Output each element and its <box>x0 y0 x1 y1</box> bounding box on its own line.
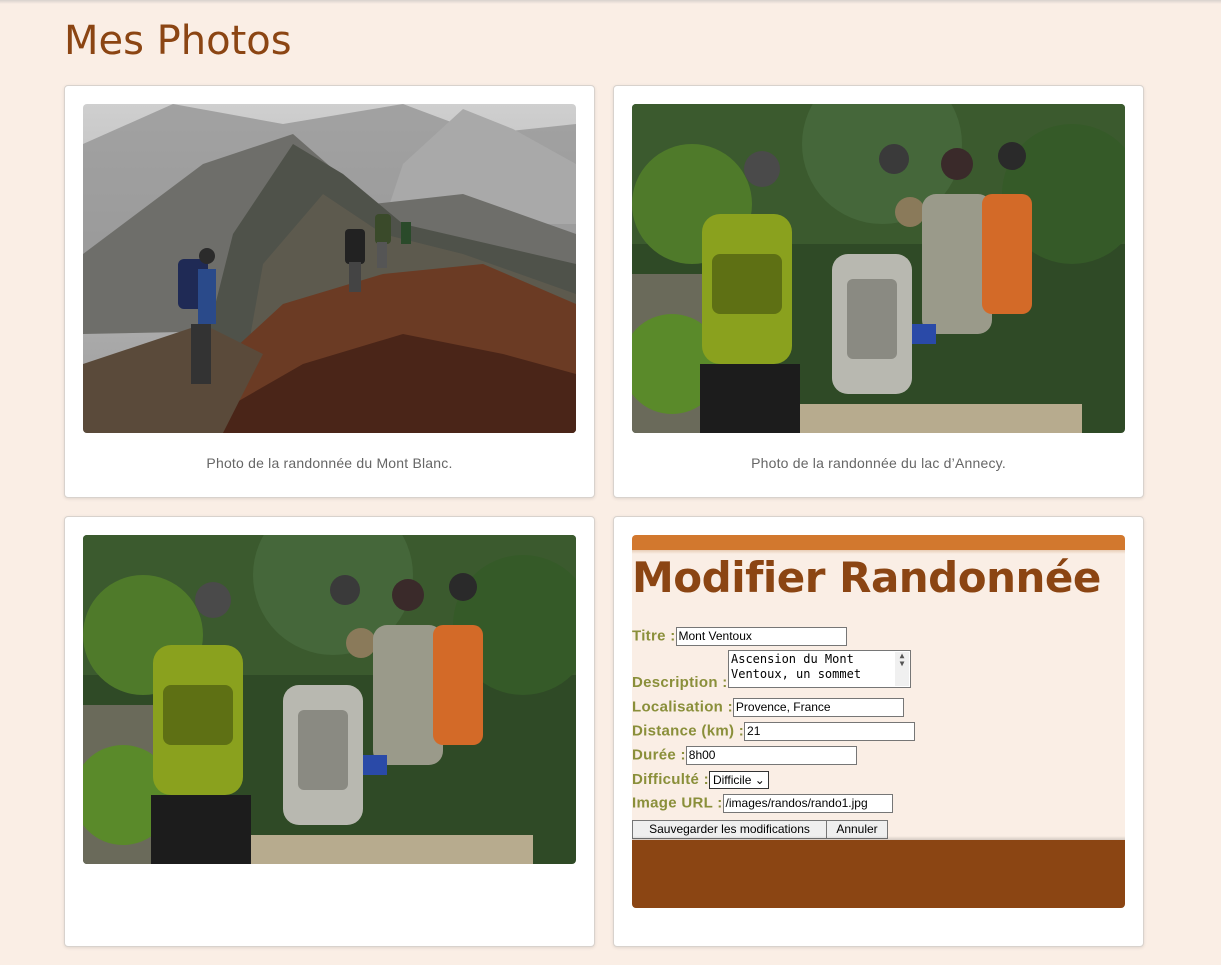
titre-label: Titre : <box>632 627 676 645</box>
titre-input[interactable]: Mont Ventoux <box>675 627 847 646</box>
difficulte-selected-value: Difficile <box>712 773 752 788</box>
titre-row: Titre : Mont Ventoux <box>632 627 847 646</box>
distance-row: Distance (km) :21 <box>632 722 916 741</box>
hiking-photo-forest-group <box>632 104 1125 433</box>
localisation-input[interactable]: Provence, France <box>732 698 904 717</box>
page-title: Mes Photos <box>64 18 292 64</box>
edit-hike-card: Modifier Randonnée Titre : Mont Ventoux D… <box>613 516 1144 947</box>
photo-caption: Photo de la randonnée du Mont Blanc. <box>206 455 453 471</box>
image-url-label: Image URL : <box>632 794 723 812</box>
top-shadow <box>0 0 1221 4</box>
localisation-label: Localisation : <box>632 698 733 716</box>
distance-label: Distance (km) : <box>632 722 745 740</box>
description-text: Ascension du Mont Ventoux, un sommet <box>731 652 862 681</box>
description-row: Description : <box>632 674 728 691</box>
description-textarea[interactable]: Ascension du Mont Ventoux, un sommet ▲ ▼ <box>728 650 911 688</box>
hiking-photo-mountain <box>83 104 576 433</box>
photo-caption: Photo de la randonnée du lac d’Annecy. <box>751 455 1006 471</box>
difficulte-select[interactable]: Difficile ⌄ <box>708 771 769 790</box>
photo-card-mont-blanc: Photo de la randonnée du Mont Blanc. <box>64 85 595 498</box>
duree-row: Durée :8h00 <box>632 746 857 765</box>
photo-card-group <box>64 516 595 947</box>
difficulte-label: Difficulté : <box>632 771 709 788</box>
image-url-row: Image URL :/images/randos/rando1.jpg <box>632 794 893 813</box>
hiking-photo-forest-group <box>83 535 576 864</box>
form-footer <box>632 836 1125 908</box>
accent-bar <box>632 535 1125 550</box>
photo-card-annecy: Photo de la randonnée du lac d’Annecy. <box>613 85 1144 498</box>
image-url-input[interactable]: /images/randos/rando1.jpg <box>722 794 893 813</box>
edit-hike-form: Modifier Randonnée Titre : Mont Ventoux D… <box>632 535 1125 908</box>
localisation-row: Localisation : Provence, France <box>632 698 904 717</box>
difficulte-row: Difficulté : Difficile ⌄ <box>632 771 769 790</box>
description-label: Description : <box>632 674 728 691</box>
duree-input[interactable]: 8h00 <box>685 746 857 765</box>
chevron-down-icon: ⌄ <box>754 773 765 788</box>
textarea-scrollbar[interactable]: ▲ ▼ <box>895 652 909 686</box>
duree-label: Durée : <box>632 746 686 764</box>
form-title: Modifier Randonnée <box>632 553 1101 602</box>
distance-input[interactable]: 21 <box>744 722 916 741</box>
